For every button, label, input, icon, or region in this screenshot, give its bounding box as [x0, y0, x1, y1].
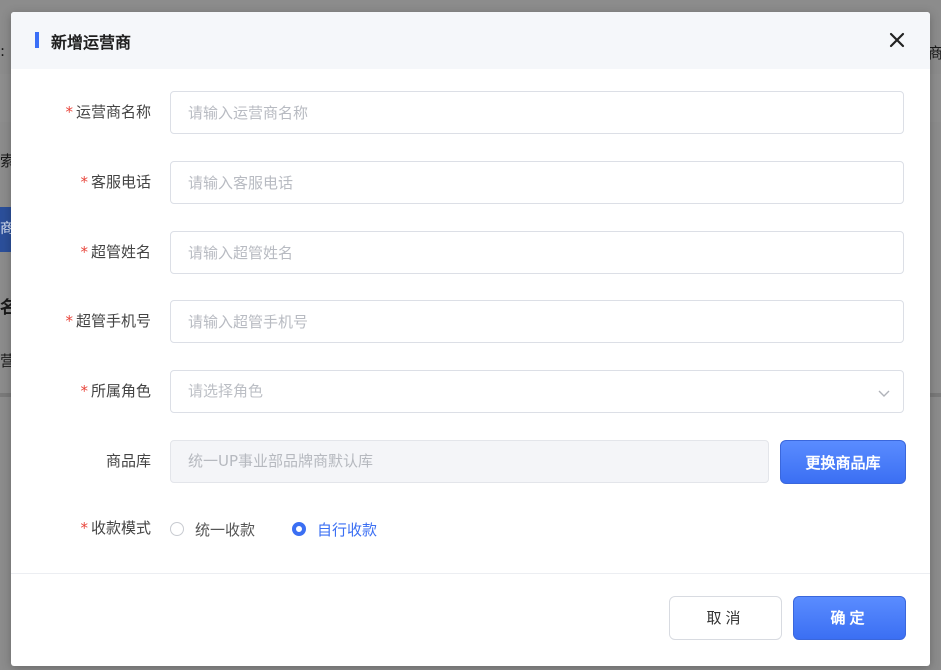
bg-fragment-colon: : — [0, 42, 6, 60]
required-mark: * — [80, 519, 88, 537]
add-operator-dialog: 新增运营商 *运营商名称 *客服电话 *超管姓名 *超管手机号 *所属角色 请选… — [11, 12, 930, 666]
product-library-field: 统一UP事业部品牌商默认库 — [170, 440, 769, 483]
form-row-role: * 所属角色 请选择角色 — [11, 370, 930, 416]
required-mark: * — [80, 173, 88, 191]
radio-unified-payment[interactable]: 统一收款 — [170, 518, 255, 540]
operator-name-label: * 运营商名称 — [65, 101, 151, 122]
form-row-payment-mode: * 收款模式 统一收款 自行收款 — [11, 507, 930, 553]
required-mark: * — [80, 243, 88, 261]
required-mark: * — [80, 382, 88, 400]
admin-phone-label-text: 超管手机号 — [75, 312, 151, 330]
radio-self-payment[interactable]: 自行收款 — [292, 518, 377, 540]
service-phone-label: * 客服电话 — [80, 171, 151, 192]
admin-phone-input[interactable] — [170, 300, 904, 343]
cancel-button[interactable]: 取消 — [669, 596, 782, 640]
admin-name-label: * 超管姓名 — [80, 241, 151, 262]
service-phone-input[interactable] — [170, 161, 904, 204]
admin-name-label-text: 超管姓名 — [90, 243, 151, 261]
dialog-title: 新增运营商 — [51, 33, 132, 52]
dialog-header: 新增运营商 — [11, 12, 930, 69]
form-row-service-phone: * 客服电话 — [11, 161, 930, 207]
form-row-admin-name: * 超管姓名 — [11, 231, 930, 277]
form-row-product-library: 商品库 统一UP事业部品牌商默认库 更换商品库 — [11, 440, 930, 486]
product-library-value: 统一UP事业部品牌商默认库 — [188, 452, 374, 470]
change-product-library-button[interactable]: 更换商品库 — [780, 440, 906, 484]
radio-checked-icon — [292, 522, 306, 536]
service-phone-label-text: 客服电话 — [90, 173, 151, 191]
chevron-down-icon — [877, 385, 891, 399]
required-mark: * — [65, 103, 73, 121]
payment-mode-label-text: 收款模式 — [90, 519, 151, 537]
form-row-admin-phone: * 超管手机号 — [11, 300, 930, 346]
operator-name-label-text: 运营商名称 — [75, 103, 151, 121]
product-library-label-text: 商品库 — [105, 452, 151, 470]
admin-phone-label: * 超管手机号 — [65, 310, 151, 331]
footer-divider — [11, 573, 930, 574]
radio-unchecked-icon — [170, 522, 184, 536]
confirm-button[interactable]: 确定 — [793, 596, 906, 640]
product-library-label: 商品库 — [106, 450, 151, 471]
role-select-placeholder: 请选择角色 — [188, 382, 264, 400]
form-row-operator-name: * 运营商名称 — [11, 91, 930, 137]
operator-name-input[interactable] — [170, 91, 904, 134]
role-label: * 所属角色 — [80, 380, 151, 401]
admin-name-input[interactable] — [170, 231, 904, 274]
required-mark: * — [65, 312, 73, 330]
payment-mode-label: * 收款模式 — [80, 517, 151, 538]
title-accent-bar — [35, 32, 39, 48]
radio-self-payment-label: 自行收款 — [317, 520, 378, 539]
role-select[interactable]: 请选择角色 — [170, 370, 904, 413]
role-label-text: 所属角色 — [90, 382, 151, 400]
close-icon[interactable] — [887, 30, 907, 50]
radio-unified-payment-label: 统一收款 — [195, 520, 256, 539]
